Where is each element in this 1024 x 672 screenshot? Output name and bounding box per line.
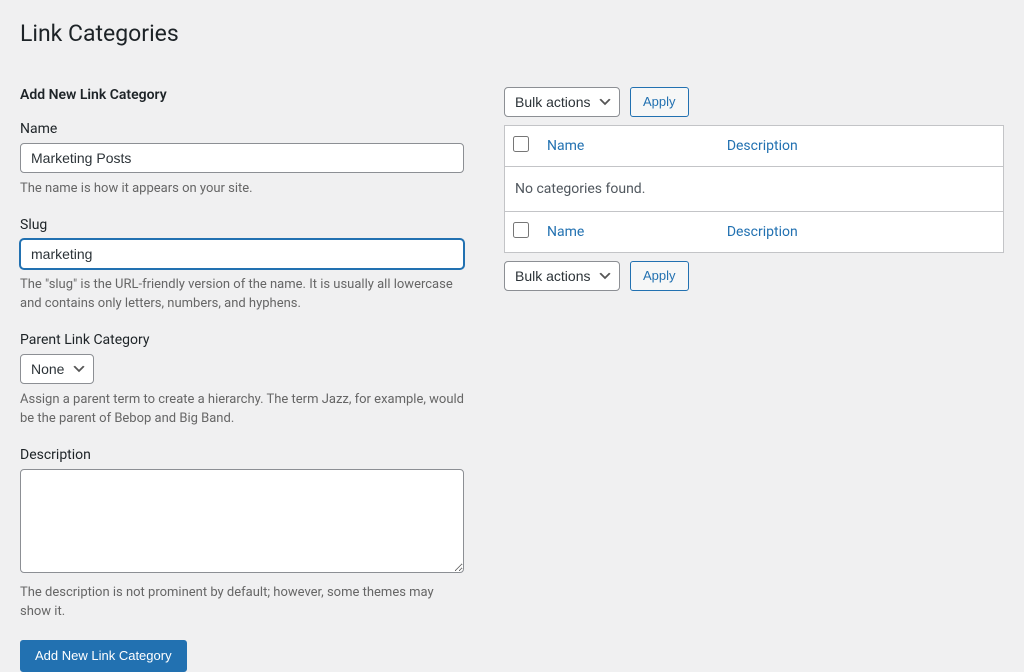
parent-select[interactable]: None [20, 354, 94, 384]
select-all-checkbox-top[interactable] [513, 136, 529, 152]
add-form-column: Add New Link Category Name The name is h… [20, 87, 464, 672]
slug-label: Slug [20, 217, 464, 233]
form-heading: Add New Link Category [20, 87, 464, 103]
bulk-actions-top: Bulk actions Apply [504, 87, 1004, 117]
name-label: Name [20, 121, 464, 137]
description-column-header-bottom[interactable]: Description [717, 212, 1004, 253]
slug-help-text: The "slug" is the URL-friendly version o… [20, 275, 464, 314]
empty-message: No categories found. [505, 167, 1004, 212]
apply-button-bottom[interactable]: Apply [630, 261, 689, 291]
select-all-checkbox-bottom[interactable] [513, 222, 529, 238]
description-column-header-top[interactable]: Description [717, 126, 1004, 167]
description-textarea[interactable] [20, 469, 464, 573]
page-title: Link Categories [20, 20, 1004, 47]
bulk-actions-select-top[interactable]: Bulk actions [504, 87, 620, 117]
empty-row: No categories found. [505, 167, 1004, 212]
description-help-text: The description is not prominent by defa… [20, 583, 464, 622]
categories-table: Name Description No categories found. Na… [504, 125, 1004, 253]
description-label: Description [20, 447, 464, 463]
parent-help-text: Assign a parent term to create a hierarc… [20, 390, 464, 429]
slug-input[interactable] [20, 239, 464, 269]
name-input[interactable] [20, 143, 464, 173]
name-help-text: The name is how it appears on your site. [20, 179, 464, 199]
parent-field-wrapper: Parent Link Category None Assign a paren… [20, 332, 464, 429]
list-column: Bulk actions Apply Name Description No c… [504, 87, 1004, 672]
check-all-header-bottom [505, 212, 538, 253]
description-field-wrapper: Description The description is not promi… [20, 447, 464, 622]
name-column-header-bottom[interactable]: Name [537, 212, 717, 253]
main-container: Add New Link Category Name The name is h… [20, 87, 1004, 672]
name-column-header-top[interactable]: Name [537, 126, 717, 167]
apply-button-top[interactable]: Apply [630, 87, 689, 117]
bulk-actions-select-bottom[interactable]: Bulk actions [504, 261, 620, 291]
slug-field-wrapper: Slug The "slug" is the URL-friendly vers… [20, 217, 464, 314]
check-all-header-top [505, 126, 538, 167]
bulk-actions-bottom: Bulk actions Apply [504, 261, 1004, 291]
parent-label: Parent Link Category [20, 332, 464, 348]
name-field-wrapper: Name The name is how it appears on your … [20, 121, 464, 199]
